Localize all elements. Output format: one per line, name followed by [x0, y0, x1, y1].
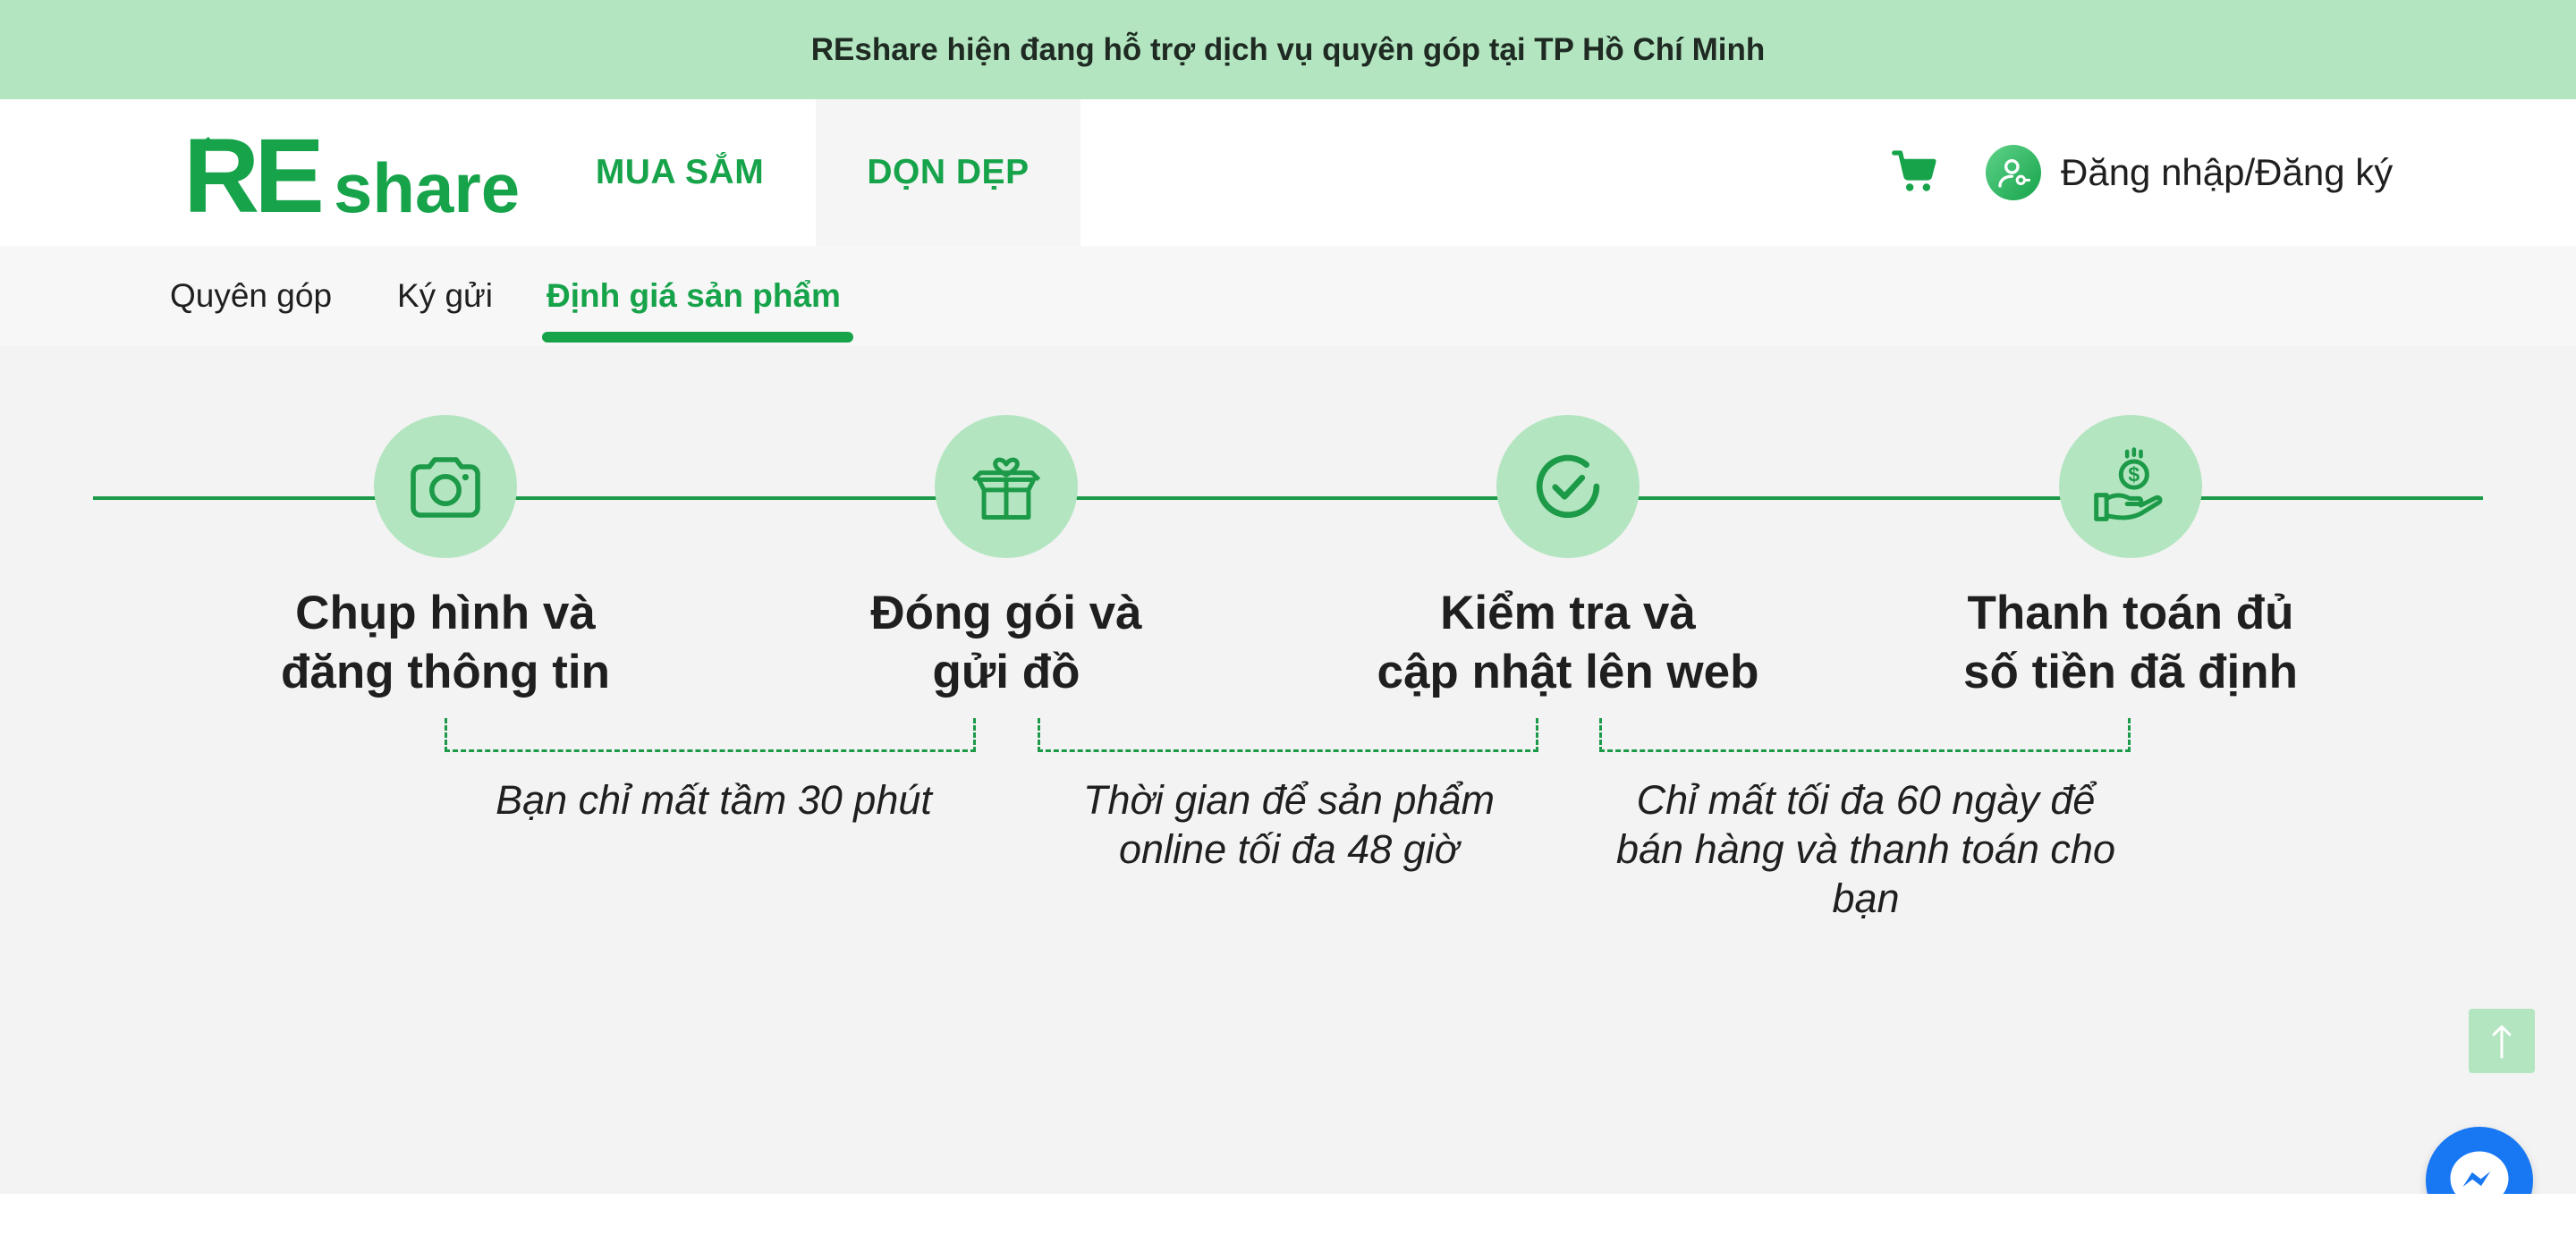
bracket-1	[445, 718, 976, 752]
page-bottom-area	[0, 1194, 2576, 1252]
step-4-title: Thanh toán đủ số tiền đã định	[1963, 587, 2298, 698]
subnav-donate-label: Quyên góp	[170, 277, 333, 314]
scroll-to-top-button[interactable]	[2469, 1009, 2535, 1073]
announcement-text: REshare hiện đang hỗ trợ dịch vụ quyên g…	[810, 31, 1766, 67]
svg-text:$: $	[2128, 463, 2140, 486]
check-circle-icon	[1536, 454, 1600, 519]
gift-box-icon	[971, 457, 1041, 520]
note-2: Thời gian để sản phẩm online tối đa 48 g…	[1083, 777, 1495, 872]
step-2-circle	[935, 415, 1078, 558]
step-3-circle	[1496, 415, 1640, 558]
camera-icon	[411, 457, 480, 518]
note-3: Chỉ mất tối đa 60 ngày để bán hàng và th…	[1616, 777, 2115, 921]
nav-clean-label: DỌN DẸP	[867, 153, 1030, 191]
step-2-title: Đóng gói và gửi đồ	[870, 587, 1142, 698]
login-register-link[interactable]: Đăng nhập/Đăng ký	[1986, 139, 2393, 207]
sub-navigation: Quyên góp Ký gửi Định giá sản phẩm	[0, 246, 2576, 346]
subnav-donate[interactable]: Quyên góp	[170, 246, 332, 346]
process-section: Chụp hình và đăng thông tin Đóng gói và …	[0, 346, 2576, 1194]
arrow-up-icon	[2492, 1025, 2512, 1059]
nav-shop-label: MUA SẮM	[595, 153, 765, 191]
bracket-3	[1599, 718, 2131, 752]
step-1-circle	[374, 415, 517, 558]
step-3-title: Kiểm tra và cập nhật lên web	[1377, 587, 1759, 698]
step-4-circle: $	[2059, 415, 2202, 558]
bracket-2	[1038, 718, 1538, 752]
announcement-banner: REshare hiện đang hỗ trợ dịch vụ quyên g…	[0, 0, 2576, 99]
subnav-pricing-label: Định giá sản phẩm	[547, 277, 841, 314]
user-avatar-icon	[1986, 145, 2041, 200]
cart-icon[interactable]	[1890, 147, 1940, 197]
nav-clean[interactable]: DỌN DẸP	[816, 99, 1080, 246]
note-1: Bạn chỉ mất tầm 30 phút	[496, 777, 932, 823]
money-hand-icon: $	[2094, 447, 2163, 521]
main-header: RE share MUA SẮM DỌN DẸP Đăng nhập/Đăng …	[0, 99, 2576, 246]
subnav-consign[interactable]: Ký gửi	[397, 246, 493, 346]
subnav-consign-label: Ký gửi	[397, 277, 494, 314]
logo-share-text: share	[334, 148, 520, 217]
reshare-logo[interactable]: RE share	[183, 131, 528, 217]
active-tab-underline	[542, 332, 853, 343]
step-1-title: Chụp hình và đăng thông tin	[281, 587, 610, 698]
nav-shop[interactable]: MUA SẮM	[572, 99, 787, 246]
login-register-label: Đăng nhập/Đăng ký	[2061, 151, 2394, 193]
